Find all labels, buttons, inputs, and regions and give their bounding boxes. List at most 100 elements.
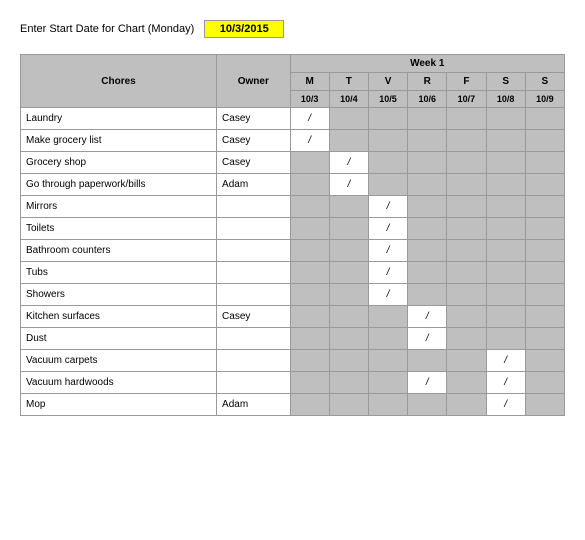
cell-8-3[interactable] — [408, 284, 447, 306]
cell-9-2[interactable] — [368, 306, 407, 328]
cell-12-3[interactable]: / — [408, 372, 447, 394]
cell-3-2[interactable] — [368, 174, 407, 196]
cell-2-0[interactable] — [290, 152, 329, 174]
cell-6-5[interactable] — [486, 240, 525, 262]
cell-12-0[interactable] — [290, 372, 329, 394]
cell-2-3[interactable] — [408, 152, 447, 174]
cell-10-4[interactable] — [447, 328, 486, 350]
cell-9-1[interactable] — [329, 306, 368, 328]
start-date-input[interactable]: 10/3/2015 — [204, 20, 284, 38]
cell-9-6[interactable] — [525, 306, 564, 328]
cell-7-4[interactable] — [447, 262, 486, 284]
cell-0-0[interactable]: / — [290, 108, 329, 130]
cell-11-0[interactable] — [290, 350, 329, 372]
cell-1-1[interactable] — [329, 130, 368, 152]
cell-9-4[interactable] — [447, 306, 486, 328]
cell-4-0[interactable] — [290, 196, 329, 218]
cell-8-1[interactable] — [329, 284, 368, 306]
cell-13-5[interactable]: / — [486, 394, 525, 416]
cell-13-6[interactable] — [525, 394, 564, 416]
cell-11-2[interactable] — [368, 350, 407, 372]
cell-1-3[interactable] — [408, 130, 447, 152]
cell-1-0[interactable]: / — [290, 130, 329, 152]
cell-7-0[interactable] — [290, 262, 329, 284]
cell-3-4[interactable] — [447, 174, 486, 196]
cell-11-3[interactable] — [408, 350, 447, 372]
cell-12-1[interactable] — [329, 372, 368, 394]
cell-10-1[interactable] — [329, 328, 368, 350]
cell-1-2[interactable] — [368, 130, 407, 152]
cell-8-5[interactable] — [486, 284, 525, 306]
cell-8-4[interactable] — [447, 284, 486, 306]
cell-2-1[interactable]: / — [329, 152, 368, 174]
cell-8-2[interactable]: / — [368, 284, 407, 306]
cell-13-4[interactable] — [447, 394, 486, 416]
cell-13-1[interactable] — [329, 394, 368, 416]
cell-6-0[interactable] — [290, 240, 329, 262]
cell-12-2[interactable] — [368, 372, 407, 394]
cell-7-5[interactable] — [486, 262, 525, 284]
cell-3-3[interactable] — [408, 174, 447, 196]
cell-10-6[interactable] — [525, 328, 564, 350]
cell-11-4[interactable] — [447, 350, 486, 372]
cell-13-3[interactable] — [408, 394, 447, 416]
cell-7-3[interactable] — [408, 262, 447, 284]
cell-12-6[interactable] — [525, 372, 564, 394]
cell-3-1[interactable]: / — [329, 174, 368, 196]
cell-4-5[interactable] — [486, 196, 525, 218]
cell-8-6[interactable] — [525, 284, 564, 306]
cell-13-0[interactable] — [290, 394, 329, 416]
cell-11-5[interactable]: / — [486, 350, 525, 372]
cell-12-5[interactable]: / — [486, 372, 525, 394]
owner-name-6 — [217, 240, 291, 262]
cell-8-0[interactable] — [290, 284, 329, 306]
cell-2-6[interactable] — [525, 152, 564, 174]
cell-0-6[interactable] — [525, 108, 564, 130]
cell-4-4[interactable] — [447, 196, 486, 218]
cell-3-5[interactable] — [486, 174, 525, 196]
cell-6-2[interactable]: / — [368, 240, 407, 262]
cell-5-5[interactable] — [486, 218, 525, 240]
cell-1-4[interactable] — [447, 130, 486, 152]
cell-1-6[interactable] — [525, 130, 564, 152]
cell-4-2[interactable]: / — [368, 196, 407, 218]
cell-5-6[interactable] — [525, 218, 564, 240]
cell-10-3[interactable]: / — [408, 328, 447, 350]
cell-0-1[interactable] — [329, 108, 368, 130]
cell-0-4[interactable] — [447, 108, 486, 130]
cell-6-1[interactable] — [329, 240, 368, 262]
cell-4-6[interactable] — [525, 196, 564, 218]
cell-10-2[interactable] — [368, 328, 407, 350]
cell-11-6[interactable] — [525, 350, 564, 372]
cell-9-0[interactable] — [290, 306, 329, 328]
cell-0-2[interactable] — [368, 108, 407, 130]
cell-7-1[interactable] — [329, 262, 368, 284]
cell-3-0[interactable] — [290, 174, 329, 196]
cell-2-5[interactable] — [486, 152, 525, 174]
cell-12-4[interactable] — [447, 372, 486, 394]
cell-5-0[interactable] — [290, 218, 329, 240]
cell-5-2[interactable]: / — [368, 218, 407, 240]
cell-10-0[interactable] — [290, 328, 329, 350]
cell-3-6[interactable] — [525, 174, 564, 196]
cell-1-5[interactable] — [486, 130, 525, 152]
cell-5-3[interactable] — [408, 218, 447, 240]
cell-2-2[interactable] — [368, 152, 407, 174]
cell-4-3[interactable] — [408, 196, 447, 218]
cell-9-3[interactable]: / — [408, 306, 447, 328]
cell-7-6[interactable] — [525, 262, 564, 284]
cell-6-3[interactable] — [408, 240, 447, 262]
cell-7-2[interactable]: / — [368, 262, 407, 284]
cell-13-2[interactable] — [368, 394, 407, 416]
cell-4-1[interactable] — [329, 196, 368, 218]
cell-6-4[interactable] — [447, 240, 486, 262]
cell-5-1[interactable] — [329, 218, 368, 240]
cell-5-4[interactable] — [447, 218, 486, 240]
cell-0-5[interactable] — [486, 108, 525, 130]
cell-11-1[interactable] — [329, 350, 368, 372]
cell-10-5[interactable] — [486, 328, 525, 350]
cell-6-6[interactable] — [525, 240, 564, 262]
cell-2-4[interactable] — [447, 152, 486, 174]
cell-9-5[interactable] — [486, 306, 525, 328]
cell-0-3[interactable] — [408, 108, 447, 130]
